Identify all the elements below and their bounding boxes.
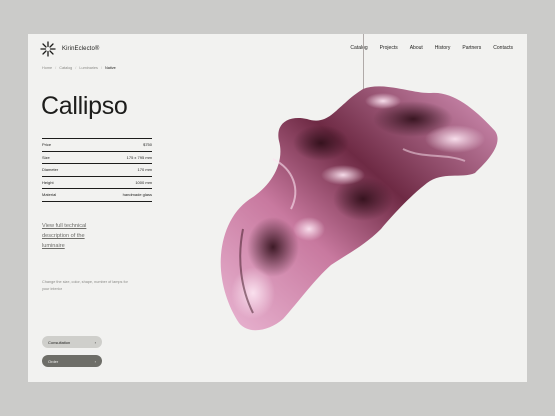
product-page: KirinEclecto® Catalog Projects About His… [28,34,527,382]
luminaire-sculpture-image [220,86,498,331]
spec-table: Price $750 Size 175 x 795 mm Diameter 17… [42,138,152,202]
page-title: Callipso [41,92,128,120]
nav-catalog[interactable]: Catalog [350,45,367,51]
logo-text: KirinEclecto® [62,46,100,52]
spec-value: $750 [143,142,152,148]
order-button-label: Order [48,358,59,364]
customization-note: Change the size, color, shape, number of… [42,279,128,291]
spec-value: 170 mm [137,167,152,173]
breadcrumb-home[interactable]: Home [42,66,52,70]
spec-row-diameter: Diameter 170 mm [42,164,152,177]
order-button[interactable]: Order › [42,355,102,367]
spec-row-size: Size 175 x 795 mm [42,152,152,164]
breadcrumb-separator: / [100,66,102,70]
spec-value: 175 x 795 mm [126,154,152,160]
logo-mark-icon [40,41,56,57]
spec-label: Material [42,192,57,198]
spec-value: handmade glass [122,192,152,198]
spec-row-height: Height 1000 mm [42,177,152,189]
spec-row-price: Price $750 [42,138,152,152]
breadcrumb-current: Native [105,66,116,70]
spec-label: Height [42,179,54,185]
nav-partners[interactable]: Partners [462,45,481,51]
spec-label: Price [42,142,52,148]
breadcrumb-catalog[interactable]: Catalog [59,66,72,70]
spec-value: 1000 mm [135,179,152,185]
chevron-right-icon: › [94,339,96,345]
spec-label: Diameter [42,167,59,173]
main-nav: Catalog Projects About History Partners … [338,45,513,51]
spec-row-material: Material handmade glass [42,189,152,202]
nav-contacts[interactable]: Contacts [493,45,513,51]
breadcrumb-luminaries[interactable]: Luminaries [79,66,98,70]
nav-about[interactable]: About [410,45,423,51]
breadcrumb: Home / Catalog / Luminaries / Native [42,66,119,70]
breadcrumb-separator: / [75,66,77,70]
consultation-button[interactable]: Consultation › [42,336,102,348]
logo[interactable]: KirinEclecto® [40,41,99,57]
spec-label: Size [42,154,50,160]
chevron-right-icon: › [94,358,96,364]
breadcrumb-separator: / [55,66,57,70]
consultation-button-label: Consultation [48,339,71,345]
technical-description-link[interactable]: View full technical description of the l… [42,221,102,251]
nav-history[interactable]: History [435,45,451,51]
nav-projects[interactable]: Projects [380,45,398,51]
